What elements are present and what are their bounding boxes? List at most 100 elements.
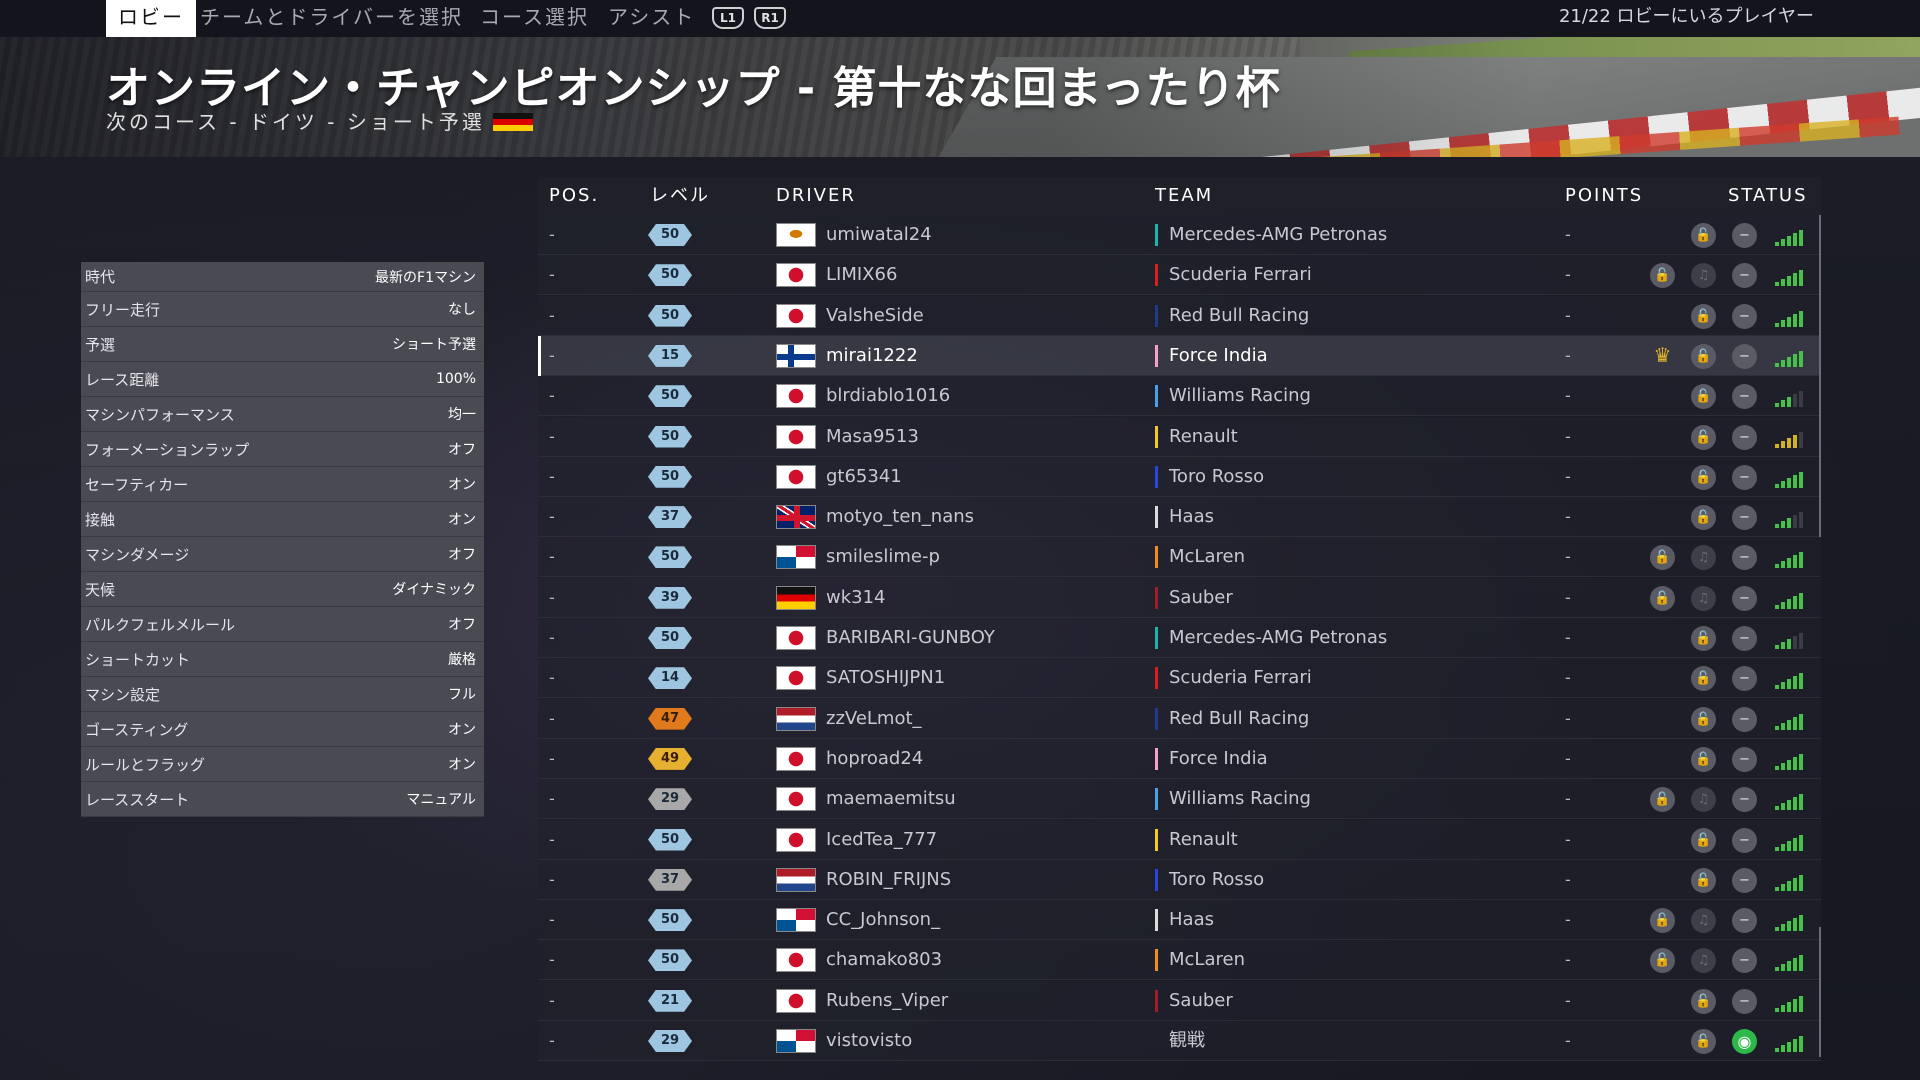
table-row[interactable]: - 21 Rubens_Viper Sauber - 🔓 − [538, 980, 1821, 1021]
kick-minus-icon[interactable]: − [1732, 384, 1757, 410]
kick-minus-icon[interactable]: − [1732, 706, 1757, 732]
connection-signal-icon [1775, 589, 1805, 609]
table-row[interactable]: - 29 vistovisto 観戦 - 🔓 ◉ [538, 1021, 1821, 1061]
kick-minus-icon[interactable]: − [1732, 303, 1757, 329]
lock-icon[interactable]: 🔓 [1691, 626, 1716, 651]
next-course-subtitle: 次のコース - ドイツ - ショート予選 [106, 106, 533, 135]
table-row[interactable]: - 14 SATOSHIJPN1 Scuderia Ferrari - 🔓 − [538, 658, 1821, 699]
points-cell: - [1565, 829, 1571, 849]
spectator-eye-icon[interactable]: ◉ [1732, 1029, 1757, 1054]
team-name: Haas [1169, 909, 1214, 931]
kick-minus-icon[interactable]: − [1732, 545, 1757, 571]
setting-label: マシンダメージ [85, 545, 190, 564]
table-row[interactable]: - 50 IcedTea_777 Renault - 🔓 − [538, 819, 1821, 860]
table-row[interactable]: - 49 hoproad24 Force India - 🔓 − [538, 738, 1821, 779]
driver-name: motyo_ten_nans [826, 506, 975, 528]
driver-name: CC_Johnson_ [826, 909, 941, 931]
setting-value: マニュアル [406, 792, 476, 808]
kick-minus-icon[interactable]: − [1732, 948, 1757, 974]
lock-icon[interactable]: 🔓 [1691, 384, 1716, 410]
kick-minus-icon[interactable]: − [1732, 585, 1757, 611]
connection-signal-icon [1775, 669, 1805, 690]
mute-icon[interactable]: ♫ [1691, 948, 1716, 974]
lock-icon[interactable]: 🔓 [1650, 263, 1675, 289]
tab-assist[interactable]: アシスト [608, 0, 695, 37]
mute-icon[interactable]: ♫ [1691, 787, 1716, 813]
connection-signal-icon [1775, 911, 1805, 932]
mute-icon[interactable]: ♫ [1691, 585, 1716, 611]
setting-label: ショートカット [85, 650, 191, 669]
table-row[interactable]: - 15 mirai1222 Force India - ♛ 🔓 − [538, 335, 1821, 376]
table-row[interactable]: - 29 maemaemitsu Williams Racing - 🔓 ♫ − [538, 779, 1821, 820]
l1-button-icon[interactable]: L1 [712, 7, 744, 29]
connection-signal-icon [1775, 629, 1805, 649]
lock-icon[interactable]: 🔓 [1691, 303, 1716, 329]
lock-icon[interactable]: 🔓 [1650, 585, 1675, 611]
scrollbar[interactable] [1819, 927, 1821, 1057]
table-row[interactable]: - 39 wk314 Sauber - 🔓 ♫ − [538, 577, 1821, 618]
lock-icon[interactable]: 🔓 [1650, 908, 1675, 934]
lock-icon[interactable]: 🔓 [1691, 223, 1716, 248]
kick-minus-icon[interactable]: − [1732, 223, 1757, 248]
tab-lobby[interactable]: ロビー [106, 0, 196, 37]
r1-button-icon[interactable]: R1 [754, 7, 786, 29]
kick-minus-icon[interactable]: − [1732, 263, 1757, 289]
table-row[interactable]: - 37 ROBIN_FRIJNS Toro Rosso - 🔓 − [538, 859, 1821, 900]
lock-icon[interactable]: 🔓 [1691, 424, 1716, 450]
table-row[interactable]: - 50 blrdiablo1016 Williams Racing - 🔓 − [538, 376, 1821, 417]
lock-icon[interactable]: 🔓 [1691, 988, 1716, 1014]
lock-icon[interactable]: 🔓 [1691, 867, 1716, 893]
table-row[interactable]: - 50 umiwatal24 Mercedes-AMG Petronas - 🔓 − [538, 215, 1821, 255]
position-cell: - [549, 587, 555, 607]
table-row[interactable]: - 50 LIMIX66 Scuderia Ferrari - 🔓 ♫ − [538, 255, 1821, 296]
lock-icon[interactable]: 🔓 [1691, 746, 1716, 772]
table-row[interactable]: - 50 Masa9513 Renault - 🔓 − [538, 416, 1821, 457]
table-row[interactable]: - 47 zzVeLmot_ Red Bull Racing - 🔓 − [538, 698, 1821, 739]
lock-icon[interactable]: 🔓 [1650, 948, 1675, 974]
mute-icon[interactable]: ♫ [1691, 908, 1716, 934]
country-flag-icon [776, 867, 816, 892]
lock-icon[interactable]: 🔓 [1691, 1029, 1716, 1054]
kick-minus-icon[interactable]: − [1732, 827, 1757, 853]
table-row[interactable]: - 50 chamako803 McLaren - 🔓 ♫ − [538, 940, 1821, 981]
table-row[interactable]: - 50 CC_Johnson_ Haas - 🔓 ♫ − [538, 900, 1821, 941]
position-cell: - [549, 910, 555, 930]
tab-team-driver[interactable]: チームとドライバーを選択 [200, 0, 463, 37]
team-color-bar [1155, 264, 1158, 287]
country-flag-icon [776, 948, 816, 973]
table-row[interactable]: - 50 ValsheSide Red Bull Racing - 🔓 − [538, 295, 1821, 336]
setting-label: レース距離 [85, 370, 160, 389]
table-row[interactable]: - 37 motyo_ten_nans Haas - 🔓 − [538, 497, 1821, 538]
table-row[interactable]: - 50 smileslime-p McLaren - 🔓 ♫ − [538, 537, 1821, 578]
lock-icon[interactable]: 🔓 [1650, 545, 1675, 571]
tab-course[interactable]: コース選択 [480, 0, 589, 37]
kick-minus-icon[interactable]: − [1732, 424, 1757, 450]
kick-minus-icon[interactable]: − [1732, 666, 1757, 692]
lock-icon[interactable]: 🔓 [1691, 505, 1716, 531]
table-row[interactable]: - 50 gt65341 Toro Rosso - 🔓 − [538, 456, 1821, 497]
mute-icon[interactable]: ♫ [1691, 263, 1716, 289]
points-cell: - [1565, 789, 1571, 809]
lock-icon[interactable]: 🔓 [1691, 343, 1716, 369]
kick-minus-icon[interactable]: − [1732, 626, 1757, 651]
lock-icon[interactable]: 🔓 [1691, 464, 1716, 490]
kick-minus-icon[interactable]: − [1732, 343, 1757, 369]
team-name: Sauber [1169, 586, 1233, 608]
lock-icon[interactable]: 🔓 [1691, 666, 1716, 692]
driver-name: IcedTea_777 [826, 828, 938, 850]
team-color-bar [1155, 304, 1158, 327]
kick-minus-icon[interactable]: − [1732, 787, 1757, 813]
lock-icon[interactable]: 🔓 [1691, 827, 1716, 853]
kick-minus-icon[interactable]: − [1732, 988, 1757, 1014]
kick-minus-icon[interactable]: − [1732, 908, 1757, 934]
kick-minus-icon[interactable]: − [1732, 505, 1757, 531]
lock-icon[interactable]: 🔓 [1650, 787, 1675, 813]
kick-minus-icon[interactable]: − [1732, 867, 1757, 893]
scrollbar[interactable] [1819, 215, 1821, 537]
table-row[interactable]: - 50 BARIBARI-GUNBOY Mercedes-AMG Petronas -… [538, 618, 1821, 658]
lock-icon[interactable]: 🔓 [1691, 706, 1716, 732]
points-cell: - [1565, 426, 1571, 446]
mute-icon[interactable]: ♫ [1691, 545, 1716, 571]
kick-minus-icon[interactable]: − [1732, 746, 1757, 772]
kick-minus-icon[interactable]: − [1732, 464, 1757, 490]
